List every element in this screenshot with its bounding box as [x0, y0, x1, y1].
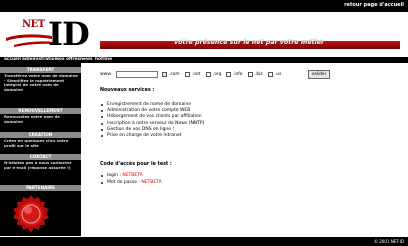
- services-list: Enregistrement de nome de domaine Admini…: [100, 102, 360, 139]
- ext-checkbox-net[interactable]: [185, 72, 190, 77]
- ext-label-net: .net: [192, 72, 201, 77]
- services-title: Nouveaux services :: [100, 88, 155, 93]
- access-login-value: NETBETA: [122, 173, 143, 178]
- access-title: Code d'accès pour le test :: [100, 162, 172, 167]
- ext-label-biz: .biz: [255, 72, 263, 77]
- ext-checkbox-info[interactable]: [226, 72, 231, 77]
- logo-id-text: ID: [48, 15, 90, 53]
- sidebar-text-contact[interactable]: N'hésitez pas à nous contacter par e-mai…: [4, 160, 78, 170]
- partner-seal[interactable]: [9, 194, 73, 234]
- access-login: login : NETBETA: [100, 173, 143, 179]
- ext-checkbox-biz[interactable]: [248, 72, 253, 77]
- sidebar-text-renouvellement[interactable]: Renouvelez votre nom de domaine: [4, 114, 78, 124]
- sidebar-text-creation[interactable]: Créez en quelques clics votre profil sur…: [4, 138, 78, 148]
- footer: © 2001 NET-ID: [0, 237, 408, 246]
- logo-net-text: NET: [22, 19, 45, 30]
- ext-label-com: .com: [169, 72, 180, 77]
- main-content: www. .com .net .org .info .biz .us valid…: [100, 70, 400, 236]
- sidebar-text-transfert[interactable]: Transférez votre nom de domaine - Simpli…: [4, 73, 78, 92]
- sidebar-heading-partenaire: PARTENAIRE: [0, 185, 81, 191]
- slogan: votre présence sur le net par votre méti…: [174, 39, 325, 46]
- domain-search-form: www. .com .net .org .info .biz .us valid…: [100, 70, 400, 80]
- return-home-link[interactable]: retour page d'accueil: [344, 2, 404, 8]
- search-prefix-label: www.: [100, 72, 113, 77]
- ext-label-org: .org: [213, 72, 222, 77]
- ext-checkbox-org[interactable]: [206, 72, 211, 77]
- list-item: Prise en charge de votre Intranet: [100, 133, 360, 139]
- access-password-label: Mot de passe :: [107, 180, 142, 185]
- top-bar: retour page d'accueil: [0, 0, 408, 12]
- access-login-label: login :: [107, 173, 123, 178]
- page: retour page d'accueil NET ID votre prése…: [0, 0, 408, 246]
- domain-search-input[interactable]: [116, 71, 158, 78]
- access-password: Mot de passe : NETBETA: [100, 180, 162, 186]
- nav-item-hotline[interactable]: hotline: [95, 57, 112, 63]
- ext-label-info: .info: [233, 72, 243, 77]
- wax-seal-icon: [13, 195, 49, 233]
- search-submit-button[interactable]: valider: [308, 70, 330, 79]
- ext-label-us: .us: [275, 72, 282, 77]
- ext-checkbox-us[interactable]: [268, 72, 273, 77]
- ext-checkbox-com[interactable]: [162, 72, 167, 77]
- access-password-value: NETBETA: [141, 180, 162, 185]
- footer-copyright: © 2001 NET-ID: [373, 239, 404, 244]
- nav-item-news[interactable]: news: [80, 57, 93, 63]
